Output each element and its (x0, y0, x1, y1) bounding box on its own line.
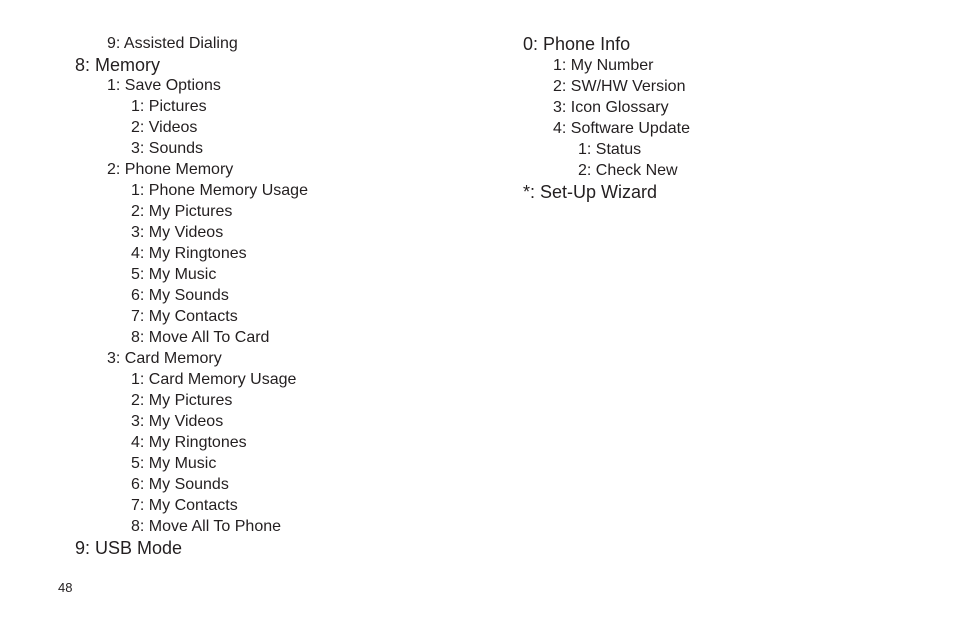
menu-item-level-2: 1: My Number (553, 57, 654, 74)
menu-item-level-2: 2: SW/HW Version (553, 78, 686, 95)
menu-item-level-3: 3: My Videos (131, 224, 224, 241)
menu-item-level-1: 9: USB Mode (75, 538, 183, 558)
menu-item-level-3: 2: Check New (578, 162, 678, 179)
menu-item-level-2: 2: Phone Memory (107, 161, 234, 178)
menu-item-level-3: 6: My Sounds (131, 287, 229, 304)
menu-item-level-2: 3: Card Memory (107, 350, 222, 367)
menu-item-level-3: 7: My Contacts (131, 308, 238, 325)
menu-item-level-3: 2: My Pictures (131, 203, 233, 220)
menu-item-level-3: 3: My Videos (131, 413, 224, 430)
menu-item-level-2: 4: Software Update (553, 120, 690, 137)
menu-item-level-2: 3: Icon Glossary (553, 99, 669, 116)
menu-item-level-3: 2: Videos (131, 119, 198, 136)
menu-item-level-3: 3: Sounds (131, 140, 204, 157)
page-number: 48 (58, 580, 73, 595)
menu-item-level-1: *: Set-Up Wizard (523, 182, 658, 202)
menu-item-level-3: 1: Phone Memory Usage (131, 182, 308, 199)
menu-item-level-3: 1: Status (578, 141, 642, 158)
menu-item-level-3: 7: My Contacts (131, 497, 238, 514)
menu-item-level-3: 1: Pictures (131, 98, 207, 115)
menu-item-level-2: 1: Save Options (107, 77, 221, 94)
menu-item-level-1: 8: Memory (75, 55, 161, 75)
menu-item-level-3: 2: My Pictures (131, 392, 233, 409)
menu-item-level-3: 8: Move All To Card (131, 329, 270, 346)
menu-item-level-3: 5: My Music (131, 455, 217, 472)
menu-item-level-3: 4: My Ringtones (131, 434, 247, 451)
menu-item-level-3: 5: My Music (131, 266, 217, 283)
menu-item-level-3: 6: My Sounds (131, 476, 229, 493)
menu-item-level-3: 8: Move All To Phone (131, 518, 282, 535)
menu-item-level-3: 1: Card Memory Usage (131, 371, 297, 388)
menu-item-level-1: 0: Phone Info (523, 34, 631, 54)
menu-item-level-3: 4: My Ringtones (131, 245, 247, 262)
menu-item-level-2: 9: Assisted Dialing (107, 35, 238, 52)
